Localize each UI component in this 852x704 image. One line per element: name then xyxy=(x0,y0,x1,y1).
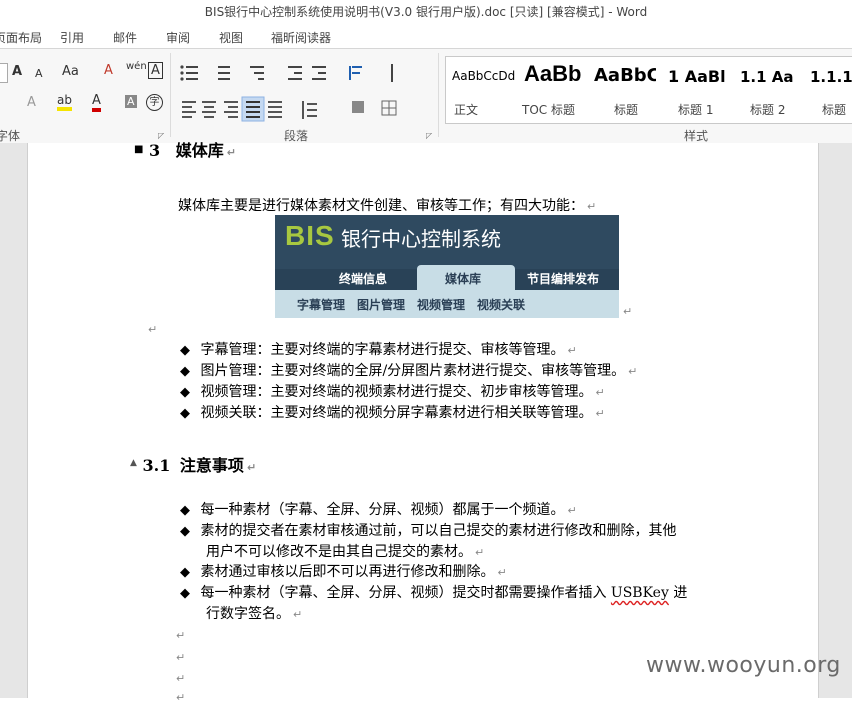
separator xyxy=(170,53,171,137)
bis-logo: BIS xyxy=(285,220,335,251)
change-case-button[interactable]: Aa xyxy=(62,64,79,79)
embedded-screenshot: BIS 银行中心控制系统 终端信息 媒体库 节目编排发布 字幕管理 图片管理 视… xyxy=(275,215,619,318)
clear-format-button[interactable]: A xyxy=(104,63,113,78)
embed-sub-item: 字幕管理 xyxy=(297,298,346,312)
style-normal[interactable]: AaBbCcDd 正文 xyxy=(446,57,518,123)
grow-font-button[interactable]: A xyxy=(12,64,22,79)
highlight-button[interactable]: ab xyxy=(57,93,72,111)
paragraph-mark: ↵ xyxy=(623,305,633,318)
list-item: ◆ 字幕管理：主要对终端的字幕素材进行提交、审核等管理。 ↵ xyxy=(180,342,577,358)
enclose-char-button[interactable]: 字 xyxy=(146,94,163,111)
document-area: ■ 3 媒体库 ↵ 媒体库主要是进行媒体素材文件创建、审核等工作；有四大功能： ↵ … xyxy=(0,141,852,704)
tab-foxit-reader[interactable]: 福昕阅读器 xyxy=(271,29,331,46)
paragraph-mark: ↵ xyxy=(176,651,186,664)
watermark: www.wooyun.org xyxy=(646,653,841,678)
list-item: ◆ 视频关联：主要对终端的视频分屏字幕素材进行相关联等管理。 ↵ xyxy=(180,405,605,421)
separator xyxy=(438,53,439,137)
embed-nav: 终端信息 媒体库 节目编排发布 xyxy=(275,265,619,290)
embed-nav-item: 媒体库 xyxy=(445,272,482,286)
window-title: BIS银行中心控制系统使用说明书(V3.0 银行用户版).doc [只读] [兼… xyxy=(0,0,852,26)
bullet-marker: ◆ xyxy=(180,364,190,379)
styles-group-label: 样式 xyxy=(684,129,709,143)
paragraph-mark: ↵ xyxy=(176,672,186,685)
list-item: ◆ 素材的提交者在素材审核通过前，可以自己提交的素材进行修改和删除，其他 xyxy=(180,523,677,539)
bullet-marker: ◆ xyxy=(180,586,190,601)
style-title[interactable]: AaBbC 标题 xyxy=(590,57,656,123)
phonetic-guide-button[interactable]: wén xyxy=(126,61,147,72)
embed-header: BIS 银行中心控制系统 xyxy=(275,215,619,269)
embed-sub-item: 图片管理 xyxy=(357,298,406,312)
bullet-marker: ◆ xyxy=(180,524,190,539)
style-heading-2[interactable]: 1.1 Aa 标题 2 xyxy=(728,57,796,123)
heading-3-1: ▲ 3.1 注意事项 ↵ xyxy=(130,456,257,475)
text-effects-button[interactable]: A xyxy=(27,95,36,110)
shrink-font-button[interactable]: A xyxy=(35,67,43,80)
embed-sub-item: 视频管理 xyxy=(417,298,466,312)
paragraph-group-label: 段落 xyxy=(284,129,309,143)
bullet-marker: ◆ xyxy=(180,406,190,421)
style-toc-heading[interactable]: AaBb TOC 标题 xyxy=(520,57,588,123)
document-page[interactable]: ■ 3 媒体库 ↵ 媒体库主要是进行媒体素材文件创建、审核等工作；有四大功能： ↵ … xyxy=(27,141,819,704)
list-item: ◆ 每一种素材（字幕、全屏、分屏、视频）提交时都需要操作者插入 USBKey 进 xyxy=(180,585,688,601)
tab-review[interactable]: 审阅 xyxy=(166,29,190,46)
style-heading-3[interactable]: 1.1.1 标题 xyxy=(798,57,852,123)
char-border-button[interactable]: A xyxy=(148,62,163,79)
embed-subnav: 字幕管理 图片管理 视频管理 视频关联 xyxy=(275,290,619,318)
spellcheck-word[interactable]: USBKey xyxy=(611,585,669,601)
heading-3: ■ 3 媒体库 ↵ xyxy=(134,141,236,160)
paragraph-buttons[interactable] xyxy=(176,61,436,125)
list-item-continuation: 行数字签名。 ↵ xyxy=(206,606,303,622)
styles-gallery: AaBbCcDd 正文 AaBb TOC 标题 AaBbC 标题 1 AaBl … xyxy=(445,56,852,124)
embed-sub-item: 视频关联 xyxy=(477,298,526,312)
list-item: ◆ 每一种素材（字幕、全屏、分屏、视频）都属于一个频道。 ↵ xyxy=(180,502,577,518)
tab-view[interactable]: 视图 xyxy=(219,29,243,46)
list-item: ◆ 图片管理：主要对终端的全屏/分屏图片素材进行提交、审核等管理。 ↵ xyxy=(180,363,638,379)
list-item: ◆ 视频管理：主要对终端的视频素材进行提交、初步审核等管理。 ↵ xyxy=(180,384,605,400)
ribbon-tabs: 页面布局 引用 邮件 审阅 视图 福昕阅读器 xyxy=(0,26,852,48)
ribbon: A A Aa A wén A A ab A A 字 字体 ◸ 段落 ◸ AaBb… xyxy=(0,48,852,144)
tab-mailings[interactable]: 邮件 xyxy=(113,29,137,46)
intro-paragraph: 媒体库主要是进行媒体素材文件创建、审核等工作；有四大功能： ↵ xyxy=(178,198,597,214)
paragraph-mark: ↵ xyxy=(148,323,158,336)
tab-references[interactable]: 引用 xyxy=(60,29,84,46)
font-color-button[interactable]: A xyxy=(92,93,101,112)
list-item: ◆ 素材通过审核以后即不可以再进行修改和删除。 ↵ xyxy=(180,564,507,580)
embed-nav-item: 节目编排发布 xyxy=(527,272,600,286)
embed-title: 银行中心控制系统 xyxy=(341,227,501,251)
embed-nav-item: 终端信息 xyxy=(339,272,388,286)
paragraph-mark: ↵ xyxy=(176,629,186,642)
font-group-label: 字体 xyxy=(0,129,21,143)
bullet-marker: ◆ xyxy=(180,343,190,358)
paragraph-dialog-launcher-icon[interactable]: ◸ xyxy=(426,131,432,140)
style-heading-1[interactable]: 1 AaBl 标题 1 xyxy=(658,57,726,123)
tab-page-layout[interactable]: 页面布局 xyxy=(0,29,42,46)
font-size-box[interactable] xyxy=(0,63,8,83)
list-item-continuation: 用户不可以修改不是由其自己提交的素材。 ↵ xyxy=(206,544,485,560)
char-shading-button[interactable]: A xyxy=(125,95,137,108)
bullet-marker: ◆ xyxy=(180,385,190,400)
bullet-marker: ◆ xyxy=(180,565,190,580)
bullet-marker: ◆ xyxy=(180,503,190,518)
